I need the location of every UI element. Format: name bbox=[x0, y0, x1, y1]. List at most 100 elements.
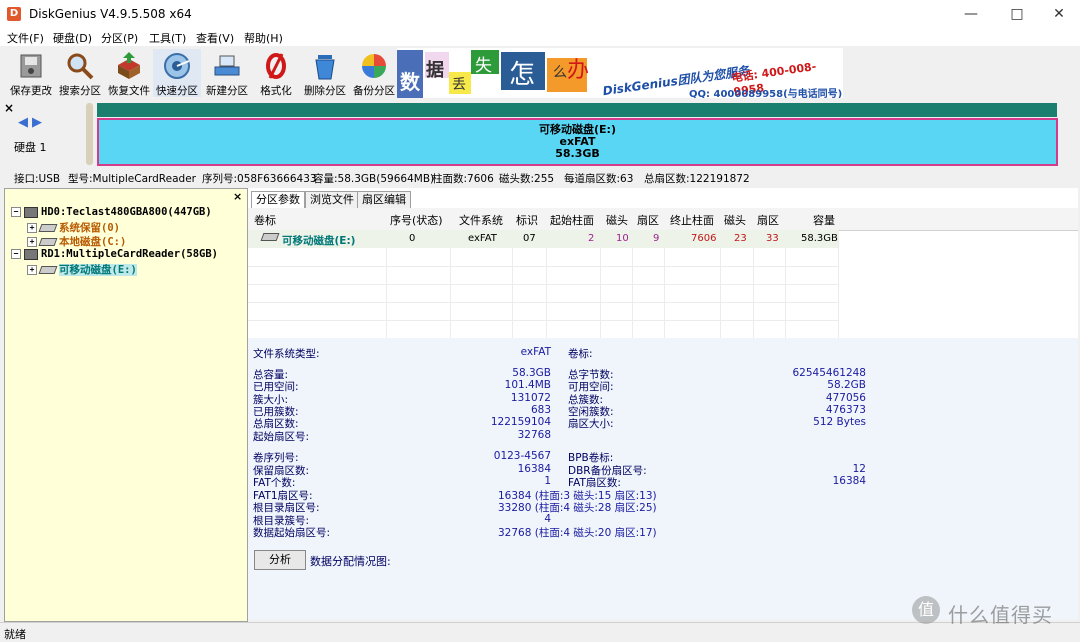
toolbar: 保存更改 搜索分区 恢复文件 快速分区 新建分区 格式化 删除分区 备份分区 数… bbox=[0, 46, 1080, 101]
column-header[interactable]: 文件系统 bbox=[459, 212, 503, 228]
recover-files-button[interactable]: 恢复文件 bbox=[105, 49, 153, 97]
banner-char: 据 bbox=[426, 60, 444, 81]
hard-disk-icon bbox=[24, 248, 38, 260]
column-header[interactable]: 标识 bbox=[516, 212, 538, 228]
magnifier-icon bbox=[67, 53, 94, 80]
param-value: 683 bbox=[530, 404, 551, 416]
backup-partition-button[interactable]: 备份分区 bbox=[350, 49, 398, 97]
tab-browse-files[interactable]: 浏览文件 bbox=[305, 191, 359, 208]
close-icon[interactable]: ✕ bbox=[1036, 0, 1080, 28]
banner-char: 么 bbox=[553, 65, 567, 81]
partition-parameters: 文件系统类型: exFAT 卷标: 总容量: 58.3GB 已用空间: 101.… bbox=[248, 338, 1078, 620]
analyze-button[interactable]: 分析 bbox=[254, 550, 306, 570]
capacity-info: 容量:58.3GB(59664MB) bbox=[313, 173, 435, 185]
partition-icon bbox=[38, 224, 58, 232]
cell-filesystem: exFAT bbox=[468, 233, 497, 244]
param-value: 4 bbox=[544, 513, 551, 525]
partition-block-size: 58.3GB bbox=[555, 147, 600, 160]
total-sectors-info: 总扇区数:122191872 bbox=[644, 173, 750, 185]
cell-end-sector: 33 bbox=[766, 233, 779, 244]
tab-sector-edit[interactable]: 扇区编辑 bbox=[357, 191, 411, 208]
expand-icon[interactable]: + bbox=[27, 223, 37, 233]
partition-detail-panel: 分区参数 浏览文件 扇区编辑 卷标 序号(状态) 文件系统 标识 起始柱面 磁头… bbox=[248, 188, 1078, 620]
column-header[interactable]: 磁头 bbox=[724, 212, 746, 228]
close-panel-icon[interactable]: × bbox=[233, 190, 242, 203]
column-header[interactable]: 终止柱面 bbox=[670, 212, 714, 228]
tree-node-local-disk-c[interactable]: + 本地磁盘(C:) bbox=[27, 234, 126, 249]
data-distribution-label: 数据分配情况图: bbox=[310, 555, 391, 568]
param-value: 512 Bytes bbox=[813, 416, 866, 428]
column-header[interactable]: 扇区 bbox=[757, 212, 779, 228]
param-value: 1 bbox=[544, 475, 551, 487]
ad-banner[interactable]: 数 据 丢 失 怎 么 办 DiskGenius团队为您服务 电话: 400-0… bbox=[397, 48, 843, 98]
tree-node-rd1[interactable]: − RD1:MultipleCardReader(58GB) bbox=[11, 248, 218, 260]
column-header[interactable]: 扇区 bbox=[637, 212, 659, 228]
banner-char: 丢 bbox=[452, 77, 466, 93]
quick-partition-icon bbox=[164, 53, 190, 79]
param-key: 卷标: bbox=[568, 348, 593, 360]
close-panel-icon[interactable]: × bbox=[4, 101, 14, 115]
serial-info: 序列号:058F63666433 bbox=[202, 173, 317, 185]
cell-end-head: 23 bbox=[734, 233, 747, 244]
tree-node-system-reserved[interactable]: + 系统保留(0) bbox=[27, 220, 120, 235]
menu-help[interactable]: 帮助(H) bbox=[244, 30, 283, 46]
banner-char: 办 bbox=[567, 58, 590, 83]
expand-icon[interactable]: + bbox=[27, 237, 37, 247]
expand-icon[interactable]: + bbox=[27, 265, 37, 275]
column-header[interactable]: 容量 bbox=[813, 212, 835, 228]
disk-top-strip bbox=[97, 103, 1057, 117]
param-value: 122159104 bbox=[490, 416, 551, 428]
interface-info: 接口:USB bbox=[14, 173, 61, 185]
menu-partition[interactable]: 分区(P) bbox=[101, 30, 138, 46]
collapse-icon[interactable]: − bbox=[11, 207, 21, 217]
partition-block-e[interactable]: 可移动磁盘(E:) exFAT 58.3GB bbox=[97, 118, 1058, 166]
model-info: 型号:MultipleCardReader bbox=[68, 173, 196, 185]
disk-info-line: 接口:USB 型号:MultipleCardReader 序列号:058F636… bbox=[0, 168, 1080, 186]
tree-node-hd0[interactable]: − HD0:Teclast480GBA800(447GB) bbox=[11, 206, 212, 218]
menu-view[interactable]: 查看(V) bbox=[196, 30, 234, 46]
save-changes-button[interactable]: 保存更改 bbox=[7, 49, 55, 97]
prev-disk-icon[interactable]: ◀ bbox=[18, 115, 28, 130]
banner-char: 失 bbox=[475, 56, 492, 76]
save-disk-icon bbox=[20, 54, 42, 78]
column-header[interactable]: 卷标 bbox=[254, 212, 276, 228]
quick-partition-button[interactable]: 快速分区 bbox=[153, 49, 201, 97]
maximize-icon[interactable]: □ bbox=[994, 0, 1040, 28]
delete-partition-button[interactable]: 删除分区 bbox=[301, 49, 349, 97]
param-value: 32768 bbox=[517, 429, 551, 441]
cell-capacity: 58.3GB bbox=[801, 233, 838, 244]
disk-label: 硬盘 1 bbox=[14, 141, 47, 154]
column-header[interactable]: 起始柱面 bbox=[550, 212, 594, 228]
param-value: 477056 bbox=[825, 392, 866, 404]
heads-info: 磁头数:255 bbox=[499, 173, 555, 185]
disk-map-grip[interactable] bbox=[86, 103, 93, 165]
param-value: 131072 bbox=[510, 392, 551, 404]
recover-box-icon bbox=[118, 52, 140, 79]
menu-disk[interactable]: 硬盘(D) bbox=[53, 30, 92, 46]
disk-tree: − HD0:Teclast480GBA800(447GB) + 系统保留(0) + 本… bbox=[4, 188, 248, 622]
cell-start-cylinder: 2 bbox=[588, 233, 595, 244]
column-header[interactable]: 序号(状态) bbox=[390, 212, 443, 228]
format-button[interactable]: 格式化 bbox=[252, 49, 300, 97]
banner-char: 怎 bbox=[509, 60, 536, 90]
collapse-icon[interactable]: − bbox=[11, 249, 21, 259]
menu-tools[interactable]: 工具(T) bbox=[149, 30, 186, 46]
status-bar: 就绪 bbox=[0, 622, 1080, 642]
param-key: FAT扇区数: bbox=[568, 477, 621, 489]
minimize-icon[interactable]: — bbox=[948, 0, 994, 28]
table-row[interactable]: 可移动磁盘(E:) 0 exFAT 07 2 10 9 7606 23 33 5… bbox=[248, 230, 838, 248]
tab-partition-params[interactable]: 分区参数 bbox=[251, 191, 305, 208]
partition-icon bbox=[38, 238, 58, 246]
column-header[interactable]: 磁头 bbox=[606, 212, 628, 228]
new-partition-button[interactable]: 新建分区 bbox=[203, 49, 251, 97]
cell-start-head: 10 bbox=[616, 233, 629, 244]
format-icon bbox=[266, 53, 286, 79]
next-disk-icon[interactable]: ▶ bbox=[32, 115, 42, 130]
cell-volume-label: 可移动磁盘(E:) bbox=[282, 235, 356, 247]
window-title: DiskGenius V4.9.5.508 x64 bbox=[29, 7, 192, 21]
tree-node-removable-e[interactable]: + 可移动磁盘(E:) bbox=[27, 262, 137, 277]
menu-file[interactable]: 文件(F) bbox=[7, 30, 44, 46]
param-value: 476373 bbox=[825, 404, 866, 416]
search-partition-button[interactable]: 搜索分区 bbox=[56, 49, 104, 97]
cell-start-sector: 9 bbox=[653, 233, 660, 244]
